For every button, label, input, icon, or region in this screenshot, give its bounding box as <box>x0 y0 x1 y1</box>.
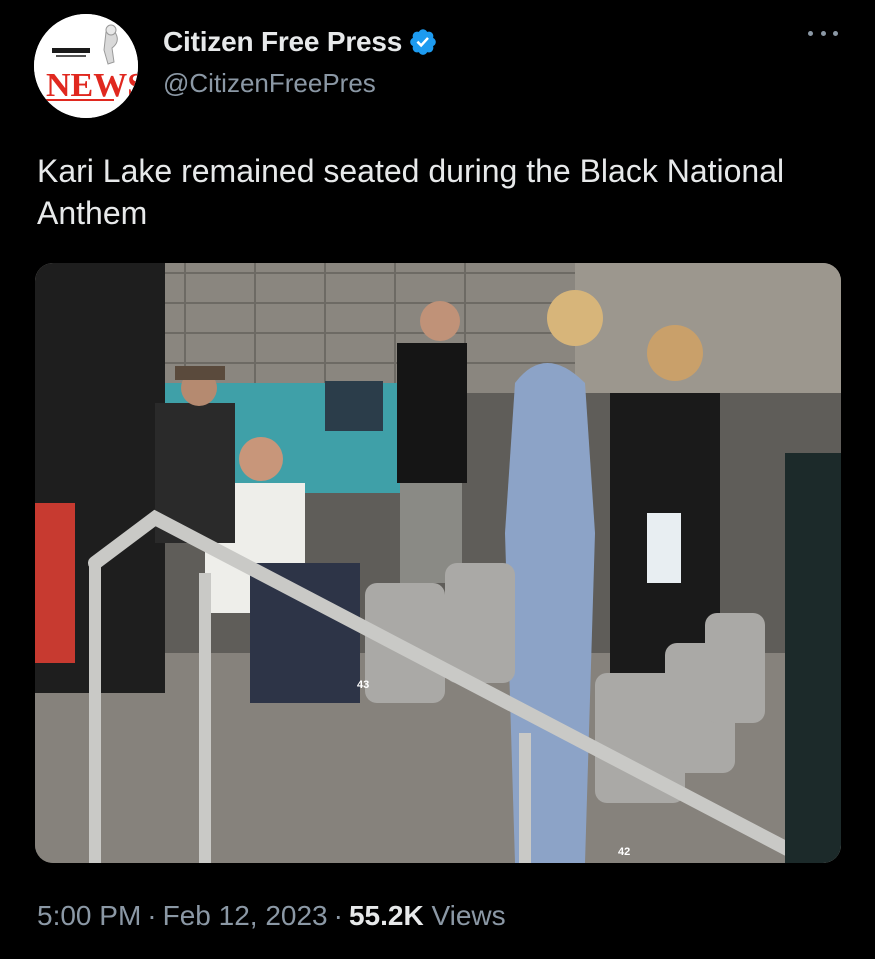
verified-badge-icon <box>410 29 436 55</box>
author-names: Citizen Free Press @CitizenFreePres <box>163 24 438 99</box>
newspaper-logo-icon: NEWS <box>34 14 138 118</box>
more-options-icon[interactable] <box>808 26 838 40</box>
more-dot <box>820 30 826 36</box>
views-count: 55.2K <box>348 900 424 931</box>
tweet-header: NEWS Citizen Free Press @CitizenFreePres <box>34 14 844 118</box>
logo-text: NEWS <box>46 67 138 104</box>
more-dot <box>833 30 838 36</box>
author-handle[interactable]: @CitizenFreePres <box>163 68 438 99</box>
seat-number-label: 43 <box>357 679 369 691</box>
more-dot <box>808 30 813 36</box>
tweet-time[interactable]: 5:00 PM <box>37 900 141 931</box>
avatar[interactable]: NEWS <box>34 14 138 118</box>
views-label: Views <box>431 900 506 931</box>
tweet-photo[interactable]: 43 42 <box>35 263 841 863</box>
tweet-date[interactable]: Feb 12, 2023 <box>163 900 328 931</box>
separator: · <box>147 900 157 931</box>
display-name-row: Citizen Free Press <box>163 24 438 60</box>
tweet-meta: 5:00 PM · Feb 12, 2023 · 55.2K Views <box>37 900 506 932</box>
stadium-photo: 43 42 <box>35 263 841 863</box>
seat-number-label: 42 <box>618 846 630 858</box>
tweet-text: Kari Lake remained seated during the Bla… <box>37 153 785 231</box>
separator: · <box>333 900 343 931</box>
display-name[interactable]: Citizen Free Press <box>163 26 402 58</box>
